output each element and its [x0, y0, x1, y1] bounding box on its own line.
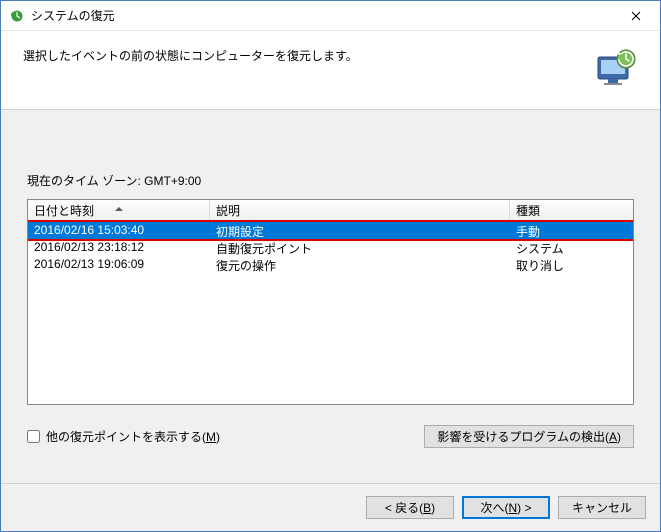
back-button[interactable]: < 戻る(B)	[366, 496, 454, 519]
restore-icon	[9, 8, 25, 24]
cell-type: 取り消し	[510, 256, 633, 273]
next-button[interactable]: 次へ(N) >	[462, 496, 550, 519]
header-text: 選択したイベントの前の状態にコンピューターを復元します。	[23, 45, 580, 64]
footer: < 戻る(B) 次へ(N) > キャンセル	[1, 483, 660, 531]
cell-description: 自動復元ポイント	[210, 239, 510, 256]
cancel-button[interactable]: キャンセル	[558, 496, 646, 519]
table-header: 日付と時刻 説明 種類	[28, 200, 633, 222]
table-body: 2016/02/16 15:03:40初期設定手動2016/02/13 23:1…	[28, 222, 633, 273]
table-row[interactable]: 2016/02/13 23:18:12自動復元ポイントシステム	[28, 239, 633, 256]
window-title: システムの復元	[31, 7, 115, 24]
cell-type: システム	[510, 239, 633, 256]
show-more-label: 他の復元ポイントを表示する(M)	[46, 428, 220, 445]
col-description[interactable]: 説明	[210, 200, 510, 221]
show-more-checkbox[interactable]	[27, 430, 40, 443]
table-row[interactable]: 2016/02/16 15:03:40初期設定手動	[28, 222, 633, 239]
titlebar: システムの復元	[1, 1, 660, 31]
show-more-checkbox-wrap[interactable]: 他の復元ポイントを表示する(M)	[27, 428, 220, 445]
lower-controls: 他の復元ポイントを表示する(M) 影響を受けるプログラムの検出(A)	[27, 425, 634, 448]
system-restore-window: システムの復元 選択したイベントの前の状態にコンピューターを復元します。 現在の…	[0, 0, 661, 532]
col-type[interactable]: 種類	[510, 200, 633, 221]
timezone-label: 現在のタイム ゾーン: GMT+9:00	[27, 172, 634, 189]
cell-description: 初期設定	[210, 222, 510, 239]
restore-points-table[interactable]: 日付と時刻 説明 種類 2016/02/16 15:03:40初期設定手動201…	[27, 199, 634, 405]
header: 選択したイベントの前の状態にコンピューターを復元します。	[1, 31, 660, 110]
body: 現在のタイム ゾーン: GMT+9:00 日付と時刻 説明 種類 2016/02…	[1, 110, 660, 483]
cell-description: 復元の操作	[210, 256, 510, 273]
sort-indicator-icon	[115, 201, 123, 215]
scan-affected-button[interactable]: 影響を受けるプログラムの検出(A)	[424, 425, 634, 448]
cell-type: 手動	[510, 222, 633, 239]
restore-computer-icon	[590, 45, 638, 93]
cell-datetime: 2016/02/13 19:06:09	[28, 256, 210, 273]
close-button[interactable]	[613, 1, 658, 30]
cell-datetime: 2016/02/16 15:03:40	[28, 222, 210, 239]
col-datetime[interactable]: 日付と時刻	[28, 200, 210, 221]
table-row[interactable]: 2016/02/13 19:06:09復元の操作取り消し	[28, 256, 633, 273]
cell-datetime: 2016/02/13 23:18:12	[28, 239, 210, 256]
close-icon	[631, 11, 641, 21]
